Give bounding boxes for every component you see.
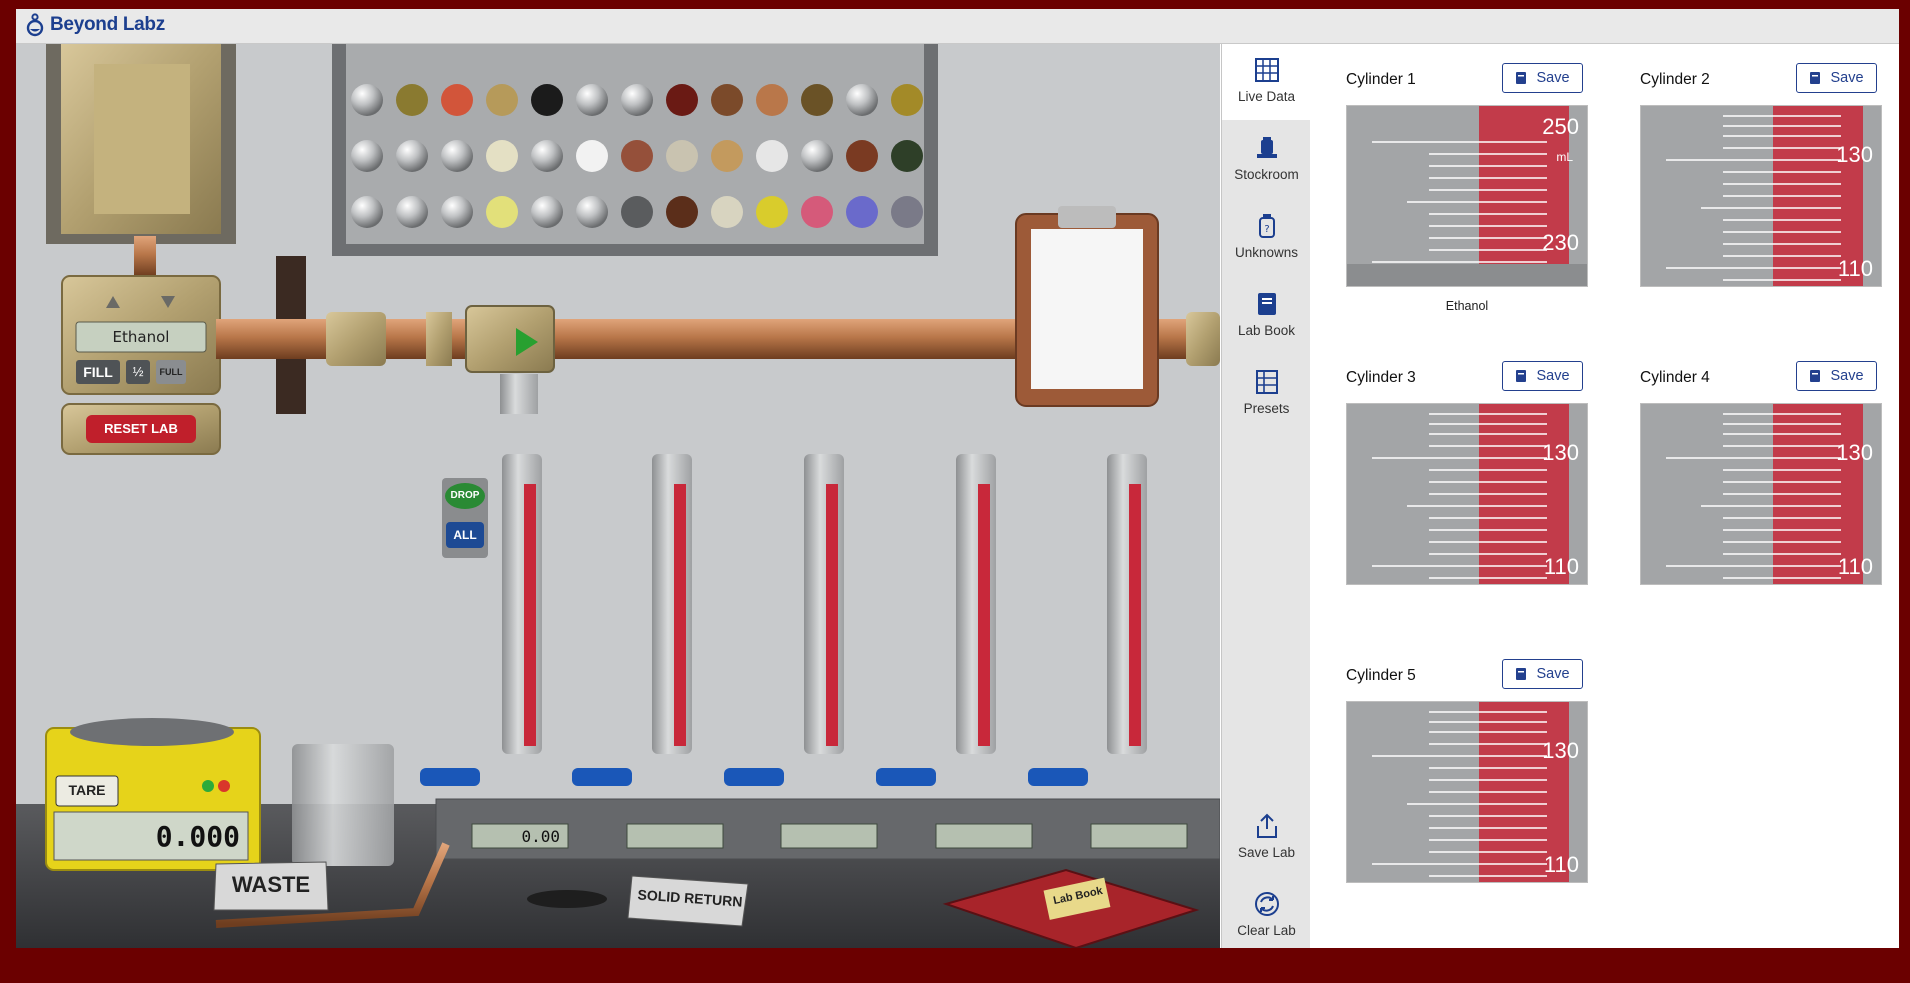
list-icon xyxy=(1255,370,1278,394)
book-icon xyxy=(1810,72,1821,84)
live-data-panel: Cylinder 1 Save 250 mL 230 Ethanol Cylin… xyxy=(1310,44,1899,948)
nav-label: Save Lab xyxy=(1237,845,1296,860)
cylinder-title: Cylinder 4 xyxy=(1640,369,1710,386)
flask-logo-icon xyxy=(26,13,44,37)
scale-bottom-value: 110 xyxy=(1543,554,1579,579)
scale-bottom-value: 110 xyxy=(1837,554,1873,579)
save-button[interactable]: Save xyxy=(1502,659,1583,689)
nav-live-data[interactable]: Live Data xyxy=(1222,44,1311,120)
scale-top-value: 130 xyxy=(1836,440,1873,465)
book-icon xyxy=(1810,370,1821,382)
nav-stockroom[interactable]: Stockroom xyxy=(1222,122,1311,198)
svg-text:?: ? xyxy=(1264,224,1269,235)
save-label: Save xyxy=(1536,666,1570,682)
save-label: Save xyxy=(1536,70,1570,86)
book-icon xyxy=(1516,72,1527,84)
cylinder-title: Cylinder 5 xyxy=(1346,667,1416,684)
nav-clear-lab[interactable]: Clear Lab xyxy=(1222,878,1311,948)
scale-top-value: 130 xyxy=(1836,142,1873,167)
grid-icon xyxy=(1254,58,1279,82)
cylinder-zoom-view: 130 110 xyxy=(1640,403,1882,585)
station-readout-1: 0.00 xyxy=(521,827,560,846)
cylinder-title: Cylinder 3 xyxy=(1346,369,1416,386)
scale-top-value: 130 xyxy=(1542,738,1579,763)
fill-button[interactable]: FILL xyxy=(76,364,120,380)
scale-bottom-value: 110 xyxy=(1543,852,1579,877)
nav-label: Clear Lab xyxy=(1237,923,1296,938)
nav-label: Unknowns xyxy=(1234,245,1299,260)
save-button[interactable]: Save xyxy=(1796,63,1877,93)
refresh-icon xyxy=(1254,892,1279,916)
scale-top-value: 250 xyxy=(1542,114,1579,139)
cylinder-zoom-view: 130 110 xyxy=(1640,105,1882,287)
brand-name: Beyond Labz xyxy=(50,14,165,35)
liquid-name: Ethanol xyxy=(1445,299,1489,313)
drop-all-button[interactable]: ALL xyxy=(446,528,484,542)
nav-label: Lab Book xyxy=(1237,323,1296,338)
nav-label: Stockroom xyxy=(1234,167,1299,182)
half-button[interactable]: ½ xyxy=(126,364,150,379)
save-button[interactable]: Save xyxy=(1796,361,1877,391)
dispenser-display: Ethanol xyxy=(112,328,170,346)
side-nav: Live Data Stockroom ? Unknowns Lab Book … xyxy=(1221,44,1311,948)
cylinder-title: Cylinder 1 xyxy=(1346,71,1416,88)
question-jar-icon: ? xyxy=(1258,214,1275,238)
nav-lab-book[interactable]: Lab Book xyxy=(1222,278,1311,354)
scale-bottom-value: 110 xyxy=(1837,256,1873,281)
lab-scene: Ethanol FILL ½ FULL RESET LAB DROP ALL T… xyxy=(16,44,1220,948)
save-button[interactable]: Save xyxy=(1502,361,1583,391)
nav-label: Presets xyxy=(1243,401,1290,416)
nav-presets[interactable]: Presets xyxy=(1222,356,1311,432)
bottle-icon xyxy=(1256,137,1277,158)
reset-lab-button[interactable]: RESET LAB xyxy=(86,421,196,436)
top-bar: Beyond Labz xyxy=(16,9,1899,44)
drop-button[interactable]: DROP xyxy=(445,490,485,501)
nav-save-lab[interactable]: Save Lab xyxy=(1222,800,1311,876)
nav-unknowns[interactable]: ? Unknowns xyxy=(1222,200,1311,276)
scale-unit: mL xyxy=(1556,150,1573,164)
book-icon xyxy=(1516,668,1527,680)
brand-logo[interactable]: Beyond Labz xyxy=(26,13,165,37)
scale-bottom-value: 230 xyxy=(1542,230,1579,255)
waste-sign: WASTE xyxy=(231,872,311,897)
cylinder-zoom-view: 250 mL 230 xyxy=(1346,105,1588,287)
save-label: Save xyxy=(1830,368,1864,384)
cylinder-zoom-view: 130 110 xyxy=(1346,403,1588,585)
cylinder-zoom-view: 130 110 xyxy=(1346,701,1588,883)
save-label: Save xyxy=(1536,368,1570,384)
balance-reading: 0.000 xyxy=(155,820,240,853)
save-label: Save xyxy=(1830,70,1864,86)
full-button[interactable]: FULL xyxy=(156,367,186,377)
book-icon xyxy=(1516,370,1527,382)
scale-top-value: 130 xyxy=(1542,440,1579,465)
app-window: Beyond Labz Ethanol FILL ½ FULL RESET LA… xyxy=(16,9,1899,948)
nav-label: Live Data xyxy=(1237,89,1296,104)
cylinder-title: Cylinder 2 xyxy=(1640,71,1710,88)
tare-button[interactable]: TARE xyxy=(56,782,118,798)
save-button[interactable]: Save xyxy=(1502,63,1583,93)
book-icon xyxy=(1257,293,1276,315)
share-icon xyxy=(1256,813,1277,838)
